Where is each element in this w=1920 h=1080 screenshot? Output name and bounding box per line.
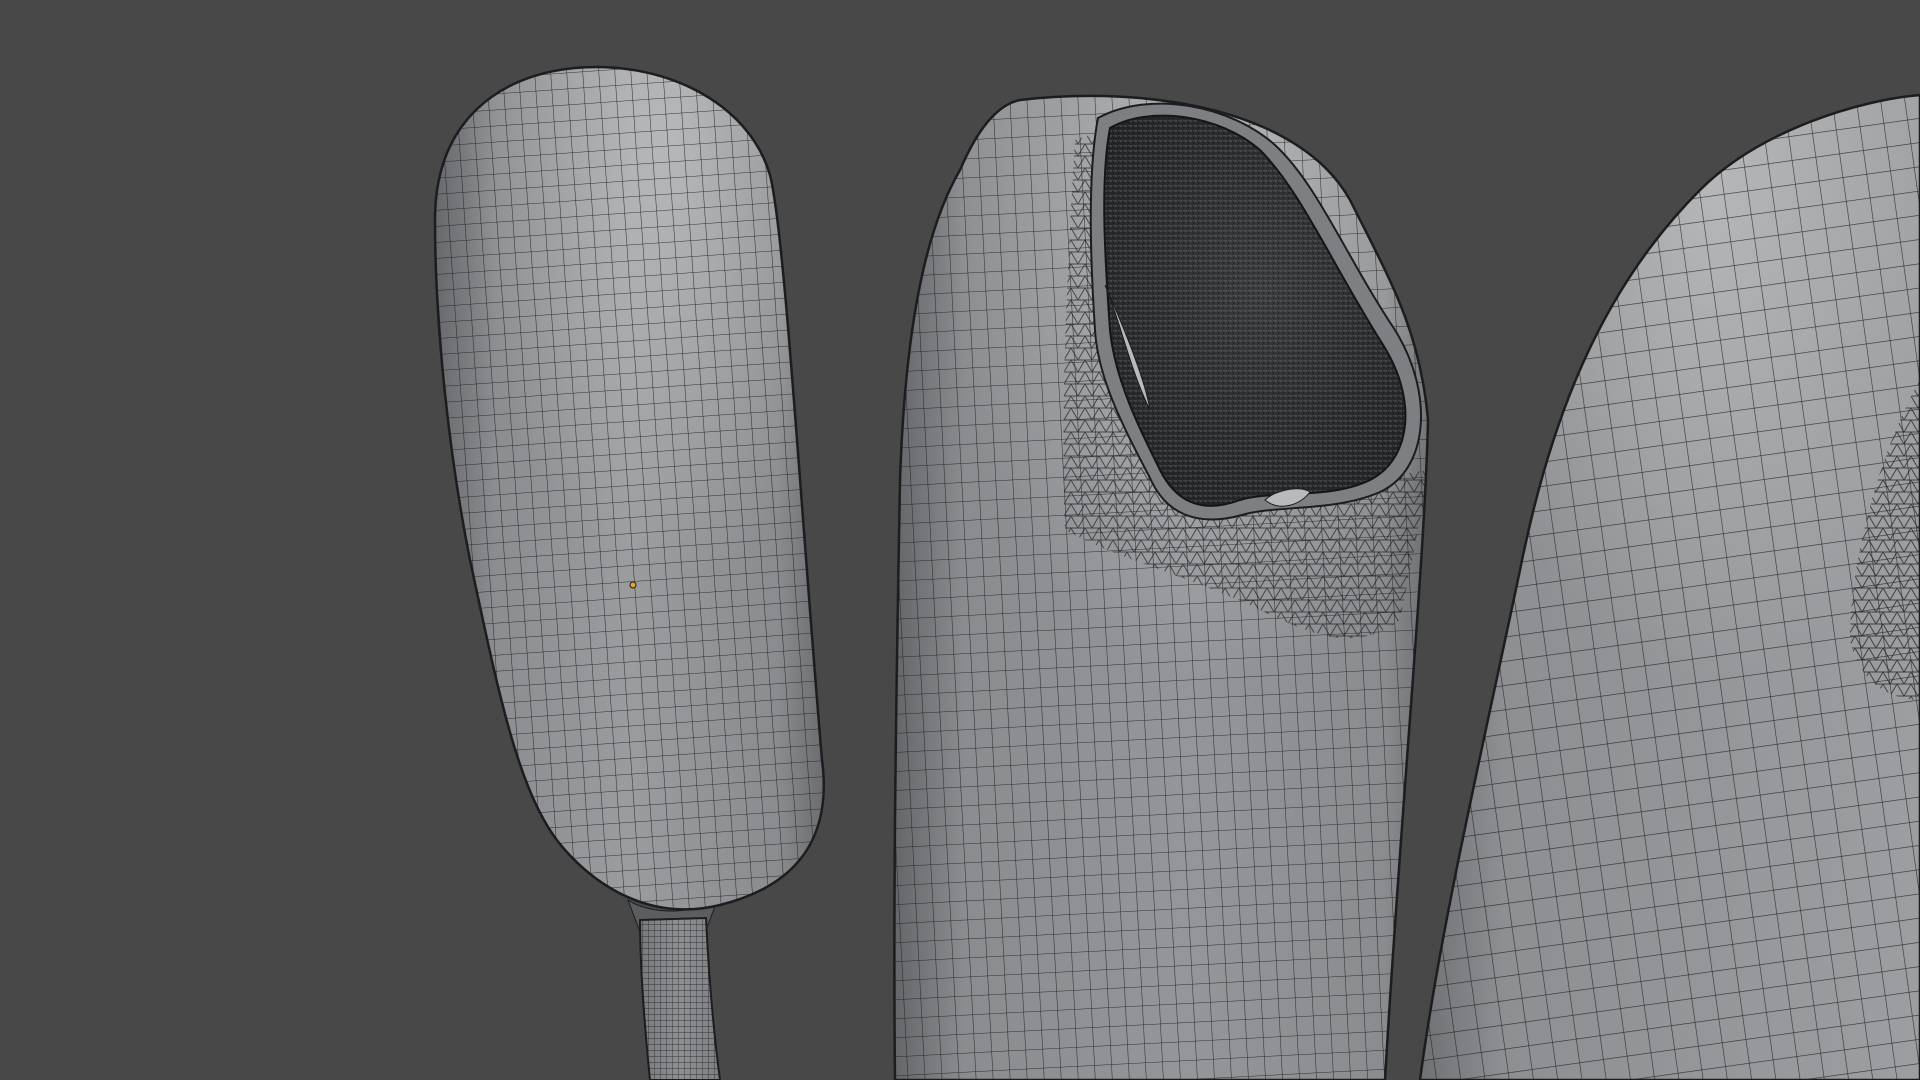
popsicle-partial-mesh[interactable]	[1400, 80, 1920, 1080]
object-origin-dot[interactable]	[629, 581, 637, 589]
popsicle-stick-mesh[interactable]	[620, 896, 740, 1080]
3d-viewport[interactable]	[0, 0, 1920, 1080]
popsicle-bitten-mesh[interactable]	[880, 80, 1440, 1080]
popsicle-whole-mesh[interactable]	[420, 50, 840, 1080]
viewport-canvas[interactable]	[0, 0, 1920, 1080]
bite-mark	[1089, 102, 1422, 521]
